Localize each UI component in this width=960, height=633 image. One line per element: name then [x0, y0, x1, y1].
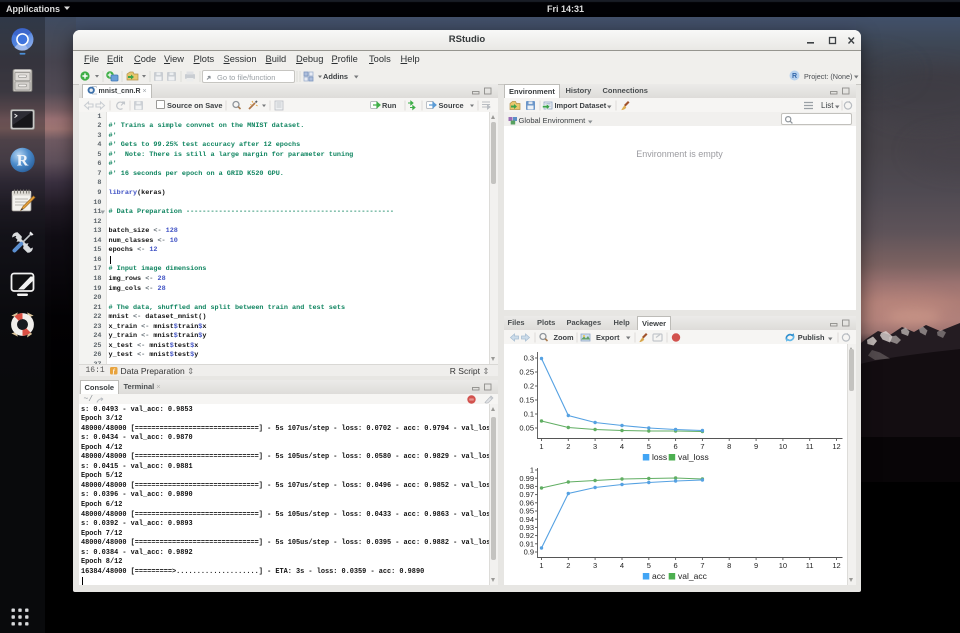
svg-text:val_loss: val_loss	[678, 452, 709, 462]
svg-text:6: 6	[673, 442, 677, 451]
svg-text:6: 6	[673, 561, 677, 570]
svg-text:8: 8	[727, 561, 731, 570]
svg-text:11: 11	[805, 561, 813, 570]
svg-text:loss: loss	[652, 452, 667, 462]
svg-text:0.25: 0.25	[519, 368, 534, 377]
svg-text:10: 10	[778, 561, 786, 570]
svg-text:7: 7	[700, 442, 704, 451]
svg-text:12: 12	[832, 561, 840, 570]
svg-text:0.05: 0.05	[519, 424, 534, 433]
svg-text:9: 9	[754, 442, 758, 451]
svg-text:11: 11	[805, 442, 813, 451]
svg-text:R: R	[792, 73, 797, 80]
svg-text:8: 8	[727, 442, 731, 451]
svg-text:val_acc: val_acc	[678, 571, 708, 581]
svg-text:9: 9	[754, 561, 758, 570]
svg-text:0.2: 0.2	[523, 382, 533, 391]
svg-text:1: 1	[539, 442, 543, 451]
svg-text:5: 5	[646, 442, 650, 451]
svg-text:0.15: 0.15	[519, 396, 534, 405]
svg-text:3: 3	[593, 561, 597, 570]
svg-text:5: 5	[646, 561, 650, 570]
svg-text:4: 4	[619, 561, 623, 570]
svg-text:acc: acc	[652, 571, 666, 581]
svg-text:3: 3	[593, 442, 597, 451]
svg-text:2: 2	[566, 442, 570, 451]
svg-text:R: R	[17, 153, 29, 170]
svg-text:1: 1	[539, 561, 543, 570]
svg-text:10: 10	[778, 442, 786, 451]
svg-text:2: 2	[566, 561, 570, 570]
svg-text:12: 12	[832, 442, 840, 451]
svg-text:0.1: 0.1	[523, 410, 533, 419]
svg-text:7: 7	[700, 561, 704, 570]
svg-text:4: 4	[619, 442, 623, 451]
svg-text:0.9: 0.9	[523, 548, 533, 557]
svg-text:0.3: 0.3	[523, 354, 533, 363]
